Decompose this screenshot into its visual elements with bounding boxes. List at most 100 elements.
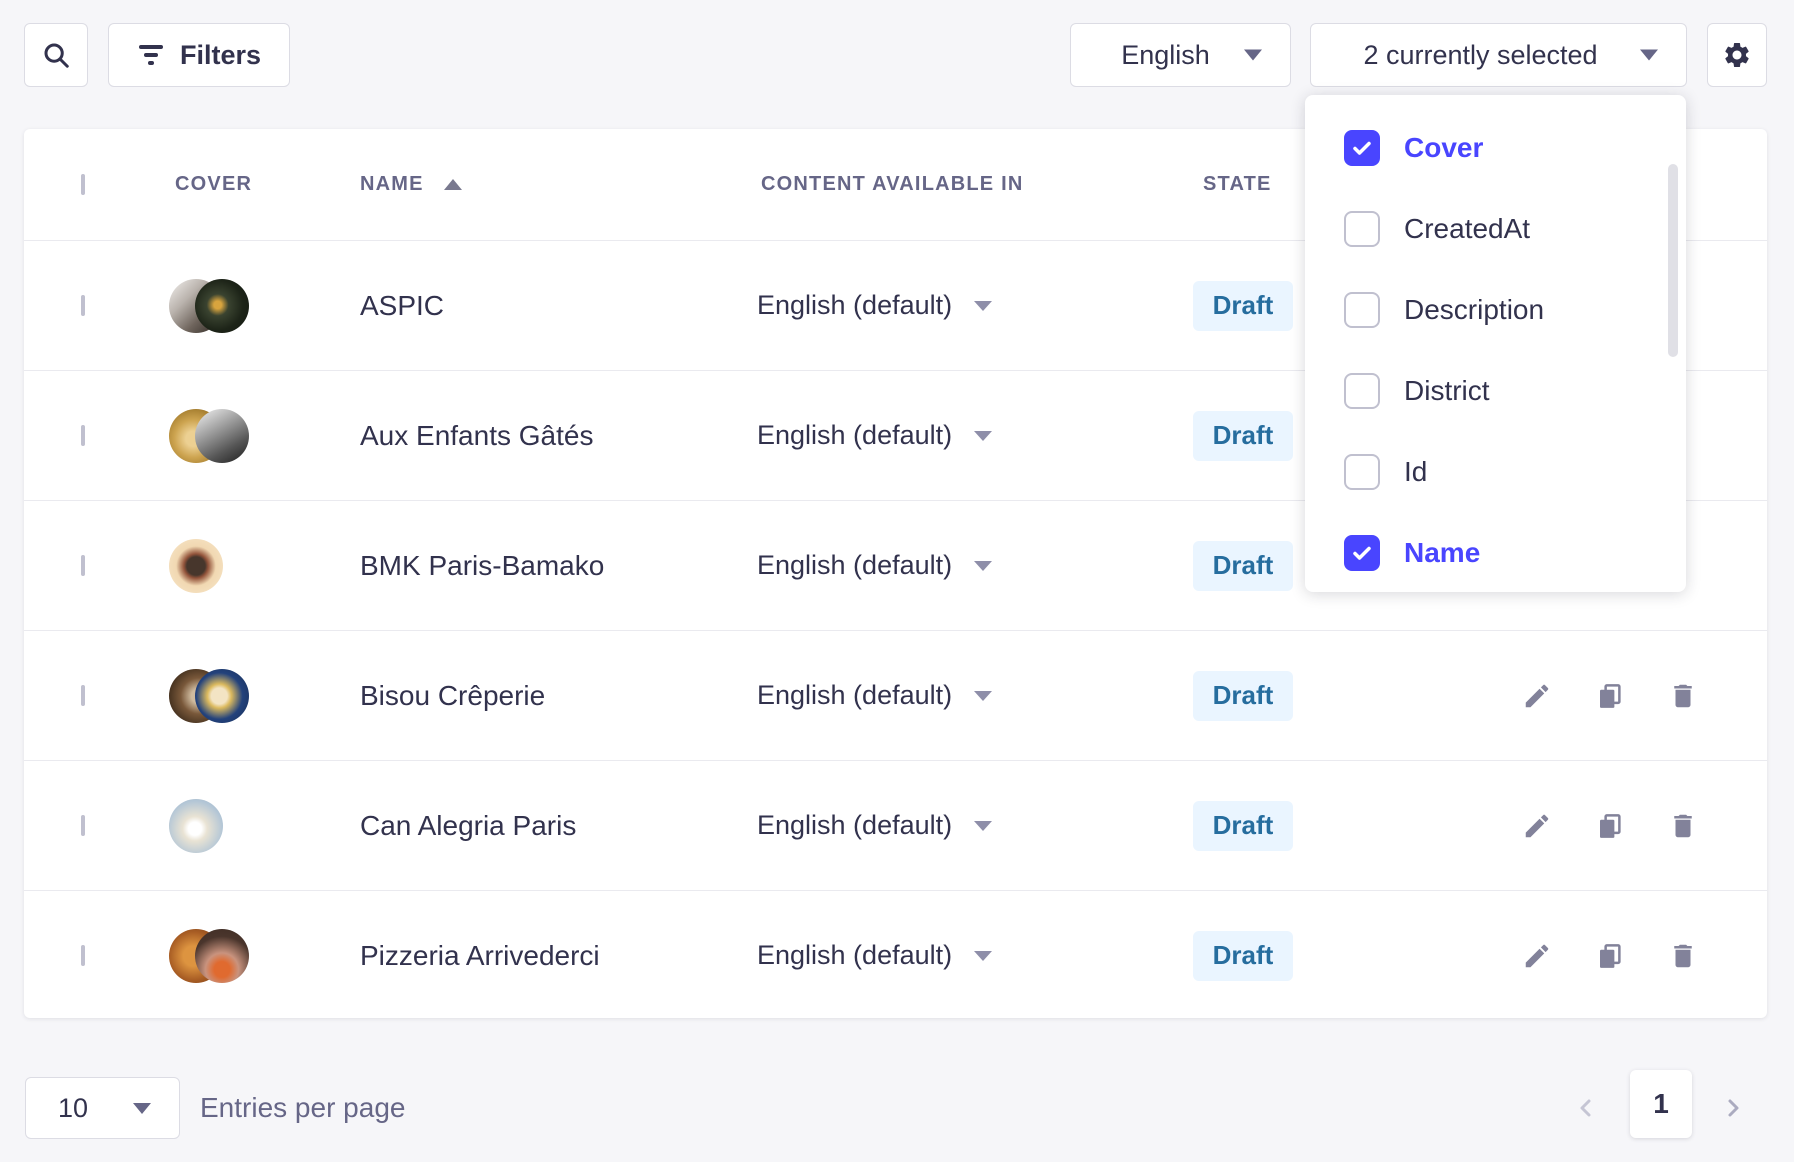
entry-name: Can Alegria Paris <box>360 810 757 842</box>
chevron-down-icon <box>1244 50 1262 61</box>
columns-select[interactable]: 2 currently selected <box>1310 23 1687 87</box>
table-row[interactable]: Bisou Crêperie English (default) Draft <box>24 630 1767 760</box>
locale-select[interactable]: English <box>1070 23 1291 87</box>
settings-button[interactable] <box>1707 23 1767 87</box>
checkbox-unchecked[interactable] <box>1344 292 1380 328</box>
delete-icon[interactable] <box>1668 941 1698 971</box>
entry-name: Pizzeria Arrivederci <box>360 940 757 972</box>
row-checkbox[interactable] <box>81 815 85 836</box>
entry-name: BMK Paris-Bamako <box>360 550 757 582</box>
chevron-left-icon <box>1574 1096 1598 1120</box>
column-header-content: CONTENT AVAILABLE IN <box>761 173 1024 196</box>
checkbox-unchecked[interactable] <box>1344 373 1380 409</box>
column-option-district[interactable]: District <box>1305 350 1686 431</box>
row-checkbox[interactable] <box>81 945 85 966</box>
status-badge: Draft <box>1193 411 1293 461</box>
entry-name: Aux Enfants Gâtés <box>360 420 757 452</box>
entry-name: ASPIC <box>360 290 757 322</box>
cover-image <box>169 799 223 853</box>
entry-locale: English (default) <box>757 290 952 321</box>
chevron-right-icon <box>1721 1096 1745 1120</box>
column-picker-dropdown: Cover CreatedAt Description District Id … <box>1305 95 1686 592</box>
cover-image <box>169 539 223 593</box>
column-header-name-sort[interactable]: NAME <box>360 173 757 196</box>
column-header-cover: COVER <box>175 173 252 196</box>
column-option-label: Id <box>1404 456 1427 488</box>
locale-expand-icon[interactable] <box>974 821 992 831</box>
edit-icon[interactable] <box>1522 681 1552 711</box>
gear-icon <box>1722 40 1752 70</box>
table-row[interactable]: Can Alegria Paris English (default) Draf… <box>24 760 1767 890</box>
filters-button-label: Filters <box>180 40 261 71</box>
locale-select-value: English <box>1121 40 1210 71</box>
cover-thumbnails <box>169 279 360 333</box>
checkbox-checked-icon[interactable] <box>1344 535 1380 571</box>
page-size-value: 10 <box>58 1093 88 1124</box>
checkbox-unchecked[interactable] <box>1344 454 1380 490</box>
filter-icon <box>137 43 165 67</box>
column-option-cover[interactable]: Cover <box>1305 107 1686 188</box>
cover-image <box>195 409 249 463</box>
pagination-previous-button[interactable] <box>1561 1083 1611 1133</box>
dropdown-scrollbar[interactable] <box>1668 164 1678 357</box>
duplicate-icon[interactable] <box>1595 811 1625 841</box>
filters-button[interactable]: Filters <box>108 23 290 87</box>
row-checkbox[interactable] <box>81 685 85 706</box>
select-all-checkbox[interactable] <box>81 174 85 195</box>
cover-thumbnails <box>169 929 360 983</box>
locale-expand-icon[interactable] <box>974 951 992 961</box>
delete-icon[interactable] <box>1668 681 1698 711</box>
entry-locale: English (default) <box>757 420 952 451</box>
column-option-name[interactable]: Name <box>1305 512 1686 593</box>
status-badge: Draft <box>1193 281 1293 331</box>
edit-icon[interactable] <box>1522 941 1552 971</box>
column-option-label: Cover <box>1404 132 1483 164</box>
status-badge: Draft <box>1193 931 1293 981</box>
column-option-description[interactable]: Description <box>1305 269 1686 350</box>
status-badge: Draft <box>1193 801 1293 851</box>
cover-thumbnails <box>169 539 360 593</box>
row-checkbox[interactable] <box>81 295 85 316</box>
checkbox-checked-icon[interactable] <box>1344 130 1380 166</box>
pagination-page-1[interactable]: 1 <box>1630 1070 1692 1138</box>
delete-icon[interactable] <box>1668 811 1698 841</box>
column-option-createdat[interactable]: CreatedAt <box>1305 188 1686 269</box>
column-option-label: Name <box>1404 537 1480 569</box>
entries-per-page-label: Entries per page <box>200 1077 405 1139</box>
locale-expand-icon[interactable] <box>974 691 992 701</box>
sort-ascending-icon <box>444 179 462 190</box>
locale-expand-icon[interactable] <box>974 301 992 311</box>
cover-image <box>195 929 249 983</box>
chevron-down-icon <box>1640 50 1658 61</box>
locale-expand-icon[interactable] <box>974 431 992 441</box>
status-badge: Draft <box>1193 541 1293 591</box>
column-option-label: CreatedAt <box>1404 213 1530 245</box>
table-row[interactable]: Pizzeria Arrivederci English (default) D… <box>24 890 1767 1020</box>
column-header-state: STATE <box>1203 173 1272 196</box>
status-badge: Draft <box>1193 671 1293 721</box>
locale-expand-icon[interactable] <box>974 561 992 571</box>
pagination-next-button[interactable] <box>1708 1083 1758 1133</box>
edit-icon[interactable] <box>1522 811 1552 841</box>
column-option-label: District <box>1404 375 1490 407</box>
row-checkbox[interactable] <box>81 555 85 576</box>
cover-thumbnails <box>169 669 360 723</box>
duplicate-icon[interactable] <box>1595 941 1625 971</box>
checkbox-unchecked[interactable] <box>1344 211 1380 247</box>
search-button[interactable] <box>24 23 88 87</box>
entry-locale: English (default) <box>757 550 952 581</box>
cover-thumbnails <box>169 799 360 853</box>
column-option-label: Description <box>1404 294 1544 326</box>
chevron-down-icon <box>133 1103 151 1114</box>
entry-name: Bisou Crêperie <box>360 680 757 712</box>
column-option-id[interactable]: Id <box>1305 431 1686 512</box>
search-icon <box>41 40 71 70</box>
entry-locale: English (default) <box>757 810 952 841</box>
duplicate-icon[interactable] <box>1595 681 1625 711</box>
cover-image <box>195 279 249 333</box>
cover-thumbnails <box>169 409 360 463</box>
entry-locale: English (default) <box>757 940 952 971</box>
row-checkbox[interactable] <box>81 425 85 446</box>
page-size-select[interactable]: 10 <box>25 1077 180 1139</box>
entry-locale: English (default) <box>757 680 952 711</box>
